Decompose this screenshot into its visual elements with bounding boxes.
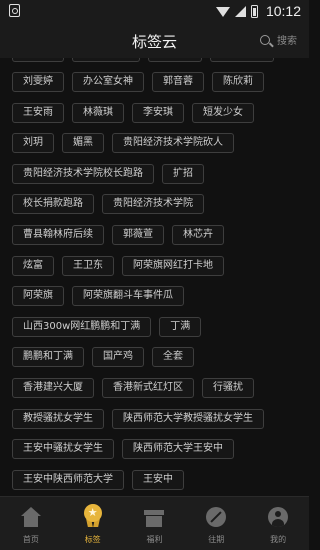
tab-label: 福利 [146, 535, 163, 544]
tag-row: 香港建兴大厦 香港新式红灯区 行骚扰 [12, 378, 254, 398]
tag-row: 王安中陕西师范大学 王安中 [12, 469, 184, 490]
notification-app-icon [9, 4, 20, 17]
tag-chip-cutoff[interactable] [12, 58, 64, 62]
tag-row: 王安雨 林薇琪 李安琪 短发少女 [12, 102, 254, 123]
tag-row: 阿荣旗 阿荣旗翻斗车事件瓜 [12, 286, 184, 307]
tag-chip[interactable]: 香港新式红灯区 [102, 378, 194, 398]
tag-chip[interactable]: 贵阳经济技术学院砍人 [112, 133, 234, 154]
search-button[interactable]: 搜索 [260, 32, 297, 47]
status-bar: 10:12 [0, 0, 309, 22]
tag-chip[interactable]: 贵阳经济技术学院校长跑路 [12, 163, 154, 184]
battery-icon [250, 4, 258, 18]
tab-label: 我的 [270, 535, 287, 544]
tag-chip[interactable]: 曹县翰林府后续 [12, 225, 104, 245]
tag-chip[interactable]: 郭薇萱 [112, 225, 164, 245]
tag-row-partial [12, 58, 274, 62]
tag-chip[interactable]: 校长捐款跑路 [12, 194, 94, 215]
tab-home[interactable]: 首页 [0, 497, 62, 550]
tag-chip[interactable]: 林芯卉 [172, 225, 224, 245]
tag-chip[interactable]: 王卫东 [62, 255, 114, 276]
tag-chip-cutoff[interactable] [148, 58, 202, 62]
signal-icon [234, 5, 246, 17]
bottom-tab-bar: 首页 ★ 标签 福利 往期 我的 [0, 496, 309, 550]
tab-label: 首页 [22, 535, 39, 544]
tag-row: 贵阳经济技术学院校长跑路 扩招 [12, 163, 204, 184]
tag-chip[interactable]: 香港建兴大厦 [12, 378, 94, 398]
tag-chip[interactable]: 教授骚扰女学生 [12, 408, 104, 429]
tag-chip[interactable]: 贵阳经济技术学院 [102, 194, 204, 215]
tab-welfare[interactable]: 福利 [124, 497, 186, 550]
compass-icon [206, 507, 227, 527]
tag-chip[interactable]: 王安中 [132, 469, 184, 490]
tag-chip[interactable]: 扩招 [162, 163, 204, 184]
tag-chip[interactable]: 媚黑 [62, 133, 104, 154]
tag-row: 曹县翰林府后续 郭薇萱 林芯卉 [12, 225, 224, 245]
tag-chip[interactable]: 短发少女 [192, 102, 254, 123]
gift-icon [144, 507, 165, 527]
tag-chip-cutoff[interactable] [210, 58, 274, 62]
tag-chip[interactable]: 陕西师范大学教授骚扰女学生 [112, 408, 264, 429]
tag-chip[interactable]: 陕西师范大学王安中 [122, 439, 234, 460]
tab-label: 标签 [84, 535, 101, 544]
tag-row: 教授骚扰女学生 陕西师范大学教授骚扰女学生 [12, 408, 264, 429]
tag-row: 鹏鹏和丁满 国产鸡 全套 [12, 347, 194, 368]
tag-chip[interactable]: 山西300w网红鹏鹏和丁满 [12, 316, 152, 337]
tag-chip[interactable]: 王安中骚扰女学生 [12, 439, 114, 460]
tag-chip[interactable]: 行骚扰 [202, 378, 254, 398]
tag-chip[interactable]: 炫富 [12, 255, 54, 276]
tag-chip[interactable]: 王安雨 [12, 102, 64, 123]
tab-tags[interactable]: ★ 标签 [62, 497, 124, 550]
tag-row: 刘雯婷 办公室女神 郭音蓉 陈欣莉 [12, 72, 264, 92]
home-icon [20, 507, 41, 527]
tag-row: 刘玥 媚黑 贵阳经济技术学院砍人 [12, 133, 234, 154]
tag-chip[interactable]: 刘玥 [12, 133, 54, 154]
tag-chip[interactable]: 办公室女神 [72, 72, 144, 92]
tag-row: 炫富 王卫东 阿荣旗网红打卡地 [12, 255, 224, 276]
tab-profile[interactable]: 我的 [247, 497, 309, 550]
tag-chip[interactable]: 李安琪 [132, 102, 184, 123]
tag-chip[interactable]: 国产鸡 [92, 347, 144, 368]
tag-chip[interactable]: 阿荣旗 [12, 286, 64, 307]
tag-row: 王安中骚扰女学生 陕西师范大学王安中 [12, 439, 234, 460]
tag-chip[interactable]: 郭音蓉 [152, 72, 204, 92]
wifi-icon [215, 7, 230, 17]
search-icon [260, 34, 270, 45]
badge-icon: ★ [83, 504, 103, 527]
tag-chip[interactable]: 阿荣旗翻斗车事件瓜 [72, 286, 184, 307]
header: 标签云 搜索 [0, 22, 309, 58]
tag-row: 山西300w网红鹏鹏和丁满 丁满 [12, 316, 202, 337]
person-icon [268, 507, 289, 527]
tag-chip[interactable]: 阿荣旗网红打卡地 [122, 255, 224, 276]
tag-chip[interactable]: 鹏鹏和丁满 [12, 347, 84, 368]
tab-label: 往期 [208, 535, 225, 544]
tag-chip[interactable]: 全套 [152, 347, 194, 368]
tag-chip[interactable]: 林薇琪 [72, 102, 124, 123]
tag-cloud[interactable]: 刘雯婷 办公室女神 郭音蓉 陈欣莉 王安雨 林薇琪 李安琪 短发少女 刘玥 媚黑 贵阳经济技术学院砍… [0, 58, 309, 496]
status-indicators: 10:12 [215, 2, 301, 20]
tag-chip[interactable]: 刘雯婷 [12, 72, 64, 92]
tab-archive[interactable]: 往期 [185, 497, 247, 550]
search-label: 搜索 [277, 36, 297, 47]
status-time: 10:12 [265, 3, 301, 19]
tag-chip[interactable]: 丁满 [159, 316, 202, 337]
tag-chip[interactable]: 陈欣莉 [212, 72, 264, 92]
tag-row: 校长捐款跑路 贵阳经济技术学院 [12, 194, 204, 215]
tag-chip[interactable]: 王安中陕西师范大学 [12, 469, 124, 490]
tag-chip-cutoff[interactable] [72, 58, 140, 62]
